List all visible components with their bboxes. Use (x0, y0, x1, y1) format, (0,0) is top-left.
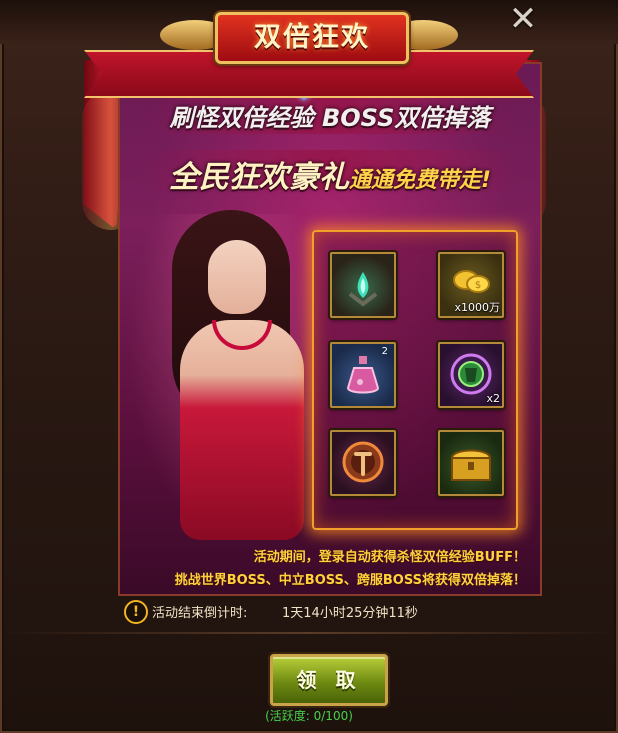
reward-count: x1000万 (454, 301, 500, 314)
reward-item-6[interactable] (438, 430, 504, 496)
close-x-icon[interactable]: ✕ (506, 2, 540, 36)
reward-item-5[interactable] (330, 430, 396, 496)
spirit-flame-icon (348, 272, 378, 307)
promo-headline-2: 全民狂欢豪礼通通免费带走! (120, 152, 540, 196)
reward-count: x2 (486, 392, 500, 405)
title-plate: 双倍狂欢 (215, 12, 409, 64)
reward-superscript: 2 (381, 346, 388, 357)
countdown-value: 1天14小时25分钟11秒 (282, 606, 418, 621)
character-face (208, 240, 266, 314)
promo-headline-1: 刷怪双倍经验 BOSS双倍掉落 (169, 104, 491, 132)
divider (0, 632, 618, 634)
reward-item-1[interactable] (330, 252, 396, 318)
sword-medallion-icon (342, 441, 384, 483)
window-title: 双倍狂欢 (254, 22, 370, 53)
exclamation-icon: ! (124, 600, 148, 624)
description-line-1: 活动期间，登录自动获得杀怪双倍经验BUFF！ (253, 550, 526, 565)
rewards-grid: $ x1000万 2 x2 (312, 230, 518, 530)
golden-treasure-chest-icon (450, 449, 492, 481)
character-body (180, 320, 304, 540)
activity-progress-text: (活跃度: 0/100) (265, 709, 353, 723)
countdown-label: 活动结束倒计时: (152, 606, 248, 621)
svg-text:$: $ (475, 280, 481, 291)
promo-headline-2-main: 全民狂欢豪礼 (168, 160, 349, 195)
reward-item-3[interactable]: 2 (330, 342, 396, 408)
reward-item-2[interactable]: $ x1000万 (438, 252, 504, 318)
promo-panel: 刷怪双倍经验 BOSS双倍掉落 全民狂欢豪礼通通免费带走! $ x1000万 2… (118, 62, 542, 596)
claim-button-label: 领 取 (296, 668, 362, 692)
reward-item-4[interactable]: x2 (438, 342, 504, 408)
claim-button[interactable]: 领 取 (270, 654, 388, 706)
promo-headline-2-sub: 通通免费带走! (348, 168, 492, 193)
description-line-2: 挑战世界BOSS、中立BOSS、跨服BOSS将获得双倍掉落！ (174, 573, 526, 588)
